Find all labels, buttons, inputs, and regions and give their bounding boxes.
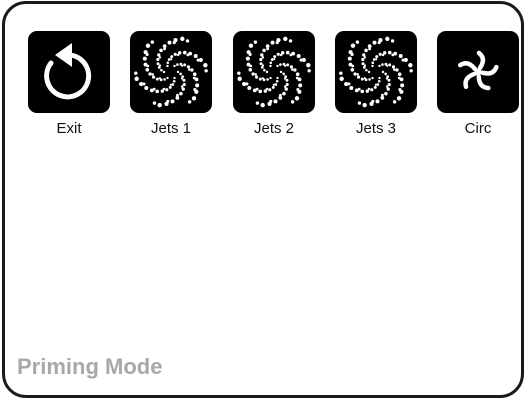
exit-icon: [44, 43, 92, 100]
jets-icon: [339, 36, 413, 108]
jets-1-label: Jets 1: [150, 120, 192, 137]
exit-tile[interactable]: [28, 31, 110, 113]
jets-1-tile[interactable]: [130, 31, 212, 113]
jets-icon: [134, 36, 208, 108]
circ-pump-icon: [437, 50, 519, 113]
jets-icon: [237, 36, 311, 108]
jets-2-label: Jets 2: [253, 120, 295, 137]
jets-2-button[interactable]: Jets 2: [231, 31, 317, 141]
exit-label: Exit: [56, 120, 82, 137]
jets-2-tile[interactable]: [233, 31, 315, 113]
circ-button[interactable]: Circ: [435, 31, 521, 141]
jets-3-tile[interactable]: [335, 31, 417, 113]
button-row: Exit Jets 1 Jets 2 Jets 3 Circ: [0, 31, 526, 141]
jets-3-label: Jets 3: [355, 120, 397, 137]
exit-button[interactable]: Exit: [26, 31, 112, 141]
circ-tile[interactable]: [437, 31, 519, 113]
jets-1-button[interactable]: Jets 1: [128, 31, 214, 141]
status-mode-text: Priming Mode: [17, 354, 163, 379]
jets-3-button[interactable]: Jets 3: [333, 31, 419, 141]
circ-label: Circ: [464, 120, 492, 137]
